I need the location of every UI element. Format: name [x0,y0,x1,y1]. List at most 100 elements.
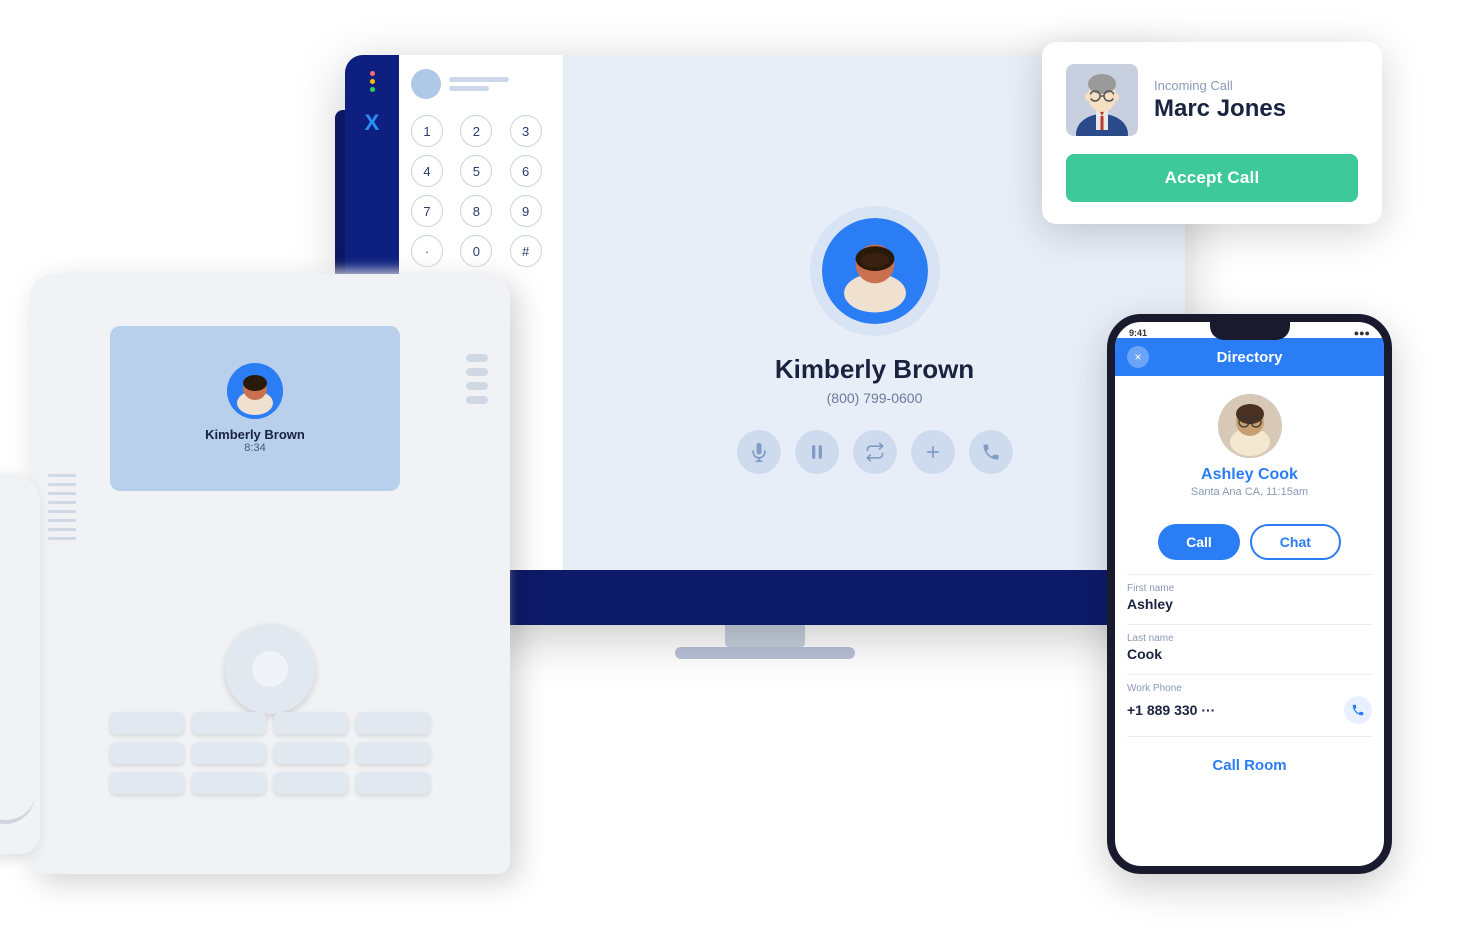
key-7[interactable]: 7 [411,195,443,227]
phone-key-2[interactable] [192,712,266,734]
dialpad-user-row [411,69,551,99]
transfer-button[interactable] [853,430,897,474]
line2 [449,86,489,91]
key-dot[interactable]: · [411,235,443,267]
phone-grille [48,474,76,674]
hold-button[interactable] [795,430,839,474]
phone-key-4[interactable] [356,712,430,734]
dialpad-user-lines [449,77,509,91]
app-dots [370,71,375,92]
phone-key-11[interactable] [274,772,348,794]
phone-key-10[interactable] [192,772,266,794]
side-btn-1[interactable] [466,354,488,362]
incoming-call-top: Incoming Call Marc Jones [1066,64,1358,136]
dot-green [370,87,375,92]
caller-avatar [1066,64,1138,136]
monitor-bottom-bar [399,570,1185,625]
key-5[interactable]: 5 [460,155,492,187]
work-phone-label: Work Phone [1127,683,1372,694]
phone-call-icon[interactable] [1344,696,1372,724]
phone-body: Kimberly Brown 8:34 [30,274,510,874]
accept-call-button[interactable]: Accept Call [1066,154,1358,202]
mobile-phone: 9:41 ●●● × Directory [1107,314,1392,874]
phone-nav[interactable] [225,624,315,714]
first-name-value: Ashley [1127,596,1372,612]
phone-key-7[interactable] [274,742,348,764]
mute-button[interactable] [737,430,781,474]
phone-screen-avatar [227,363,283,419]
caller-info: Incoming Call Marc Jones [1154,78,1286,123]
key-2[interactable]: 2 [460,115,492,147]
call-controls [737,430,1013,474]
monitor-stand [725,625,805,647]
phone-key-5[interactable] [110,742,184,764]
mobile-close-button[interactable]: × [1127,346,1149,368]
divider-4 [1127,736,1372,737]
contact-card: Ashley Cook Santa Ana CA, 11:15am [1127,376,1372,510]
phone-keypad [110,712,430,794]
mobile-chat-button[interactable]: Chat [1250,524,1341,560]
grille-line [48,501,76,504]
divider-1 [1127,574,1372,575]
phone-screen-name: Kimberly Brown [205,427,305,442]
mobile-body: 9:41 ●●● × Directory [1107,314,1392,874]
last-name-label: Last name [1127,633,1372,644]
key-0[interactable]: 0 [460,235,492,267]
side-btn-3[interactable] [466,382,488,390]
dot-red [370,71,375,76]
app-logo: X [365,110,380,136]
dot-yellow [370,79,375,84]
key-8[interactable]: 8 [460,195,492,227]
key-6[interactable]: 6 [510,155,542,187]
work-phone-row: +1 889 330 ··· [1127,696,1372,724]
key-3[interactable]: 3 [510,115,542,147]
last-name-value: Cook [1127,646,1372,662]
call-room-button[interactable]: Call Room [1127,745,1372,778]
phone-nav-inner [252,651,288,687]
status-time: 9:41 [1129,328,1147,338]
phone-screen-time: 8:34 [244,442,265,454]
contact-avatar-circle [810,206,940,336]
phone-key-1[interactable] [110,712,184,734]
grille-line [48,537,76,540]
phone-key-12[interactable] [356,772,430,794]
phone-key-6[interactable] [192,742,266,764]
grille-line [48,492,76,495]
key-4[interactable]: 4 [411,155,443,187]
key-1[interactable]: 1 [411,115,443,147]
contact-mobile-name: Ashley Cook [1201,466,1298,484]
mobile-header-title: Directory [1157,349,1342,366]
first-name-field: First name Ashley [1127,583,1372,612]
side-btn-4[interactable] [466,396,488,404]
phone-key-3[interactable] [274,712,348,734]
grille-line [48,510,76,513]
key-hash[interactable]: # [510,235,542,267]
phone-right-buttons [466,354,488,404]
dialpad-user-avatar [411,69,441,99]
mobile-content: Ashley Cook Santa Ana CA, 11:15am Call C… [1115,376,1384,850]
mobile-action-buttons: Call Chat [1127,524,1372,560]
end-call-button[interactable] [969,430,1013,474]
contact-mobile-location: Santa Ana CA, 11:15am [1191,486,1308,498]
dialpad-grid: 1 2 3 4 5 6 7 8 9 · 0 # [411,115,551,267]
mobile-notch [1210,322,1290,340]
first-name-label: First name [1127,583,1372,594]
grille-line [48,519,76,522]
mobile-call-button[interactable]: Call [1158,524,1240,560]
status-icons: ●●● [1354,328,1370,338]
contact-name: Kimberly Brown [775,354,974,385]
side-btn-2[interactable] [466,368,488,376]
phone-key-9[interactable] [110,772,184,794]
line1 [449,77,509,82]
add-call-button[interactable] [911,430,955,474]
handset-cord [0,704,35,824]
grille-line [48,528,76,531]
last-name-field: Last name Cook [1127,633,1372,662]
work-phone-value: +1 889 330 ··· [1127,702,1215,718]
mobile-header: × Directory [1115,338,1384,376]
phone-key-8[interactable] [356,742,430,764]
grille-line [48,474,76,477]
divider-3 [1127,674,1372,675]
key-9[interactable]: 9 [510,195,542,227]
contact-phone: (800) 799-0600 [827,390,923,406]
